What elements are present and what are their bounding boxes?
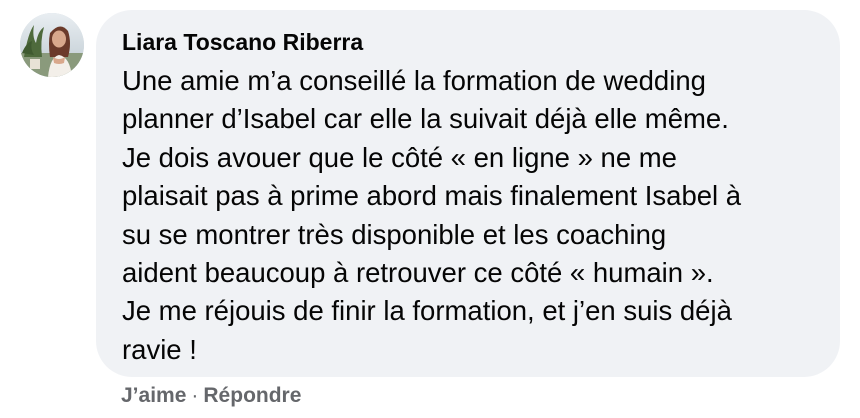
comment-text-line: Je me réjouis de finir la formation, et … [122, 295, 732, 327]
comment-text-line: Je dois avouer que le côté « en ligne » … [122, 141, 677, 173]
comment-text-line: ravie ! [122, 333, 197, 365]
profile-photo-icon [20, 13, 84, 77]
comment-text-line: plaisait pas à prime abord mais finaleme… [122, 180, 742, 212]
like-button[interactable]: J’aime [121, 384, 186, 407]
comment-author[interactable]: Liara Toscano Riberra [122, 28, 816, 56]
comment-actions: J’aime · Répondre [121, 383, 301, 409]
comment-text-line: su se montrer très disponible et les coa… [122, 218, 667, 250]
comment: Liara Toscano Riberra Une amie m’a conse… [0, 0, 860, 418]
comment-text: Une amie m’a conseillé la formation de w… [122, 62, 816, 369]
comment-bubble: Liara Toscano Riberra Une amie m’a conse… [96, 10, 840, 377]
comment-text-line: aident beaucoup à retrouver ce côté « hu… [122, 257, 714, 289]
comment-text-line: planner d’Isabel car elle la suivait déj… [122, 103, 729, 135]
reply-button[interactable]: Répondre [203, 384, 301, 407]
action-separator: · [191, 384, 199, 407]
avatar[interactable] [20, 13, 84, 77]
comment-text-line: Une amie m’a conseillé la formation de w… [122, 65, 706, 96]
